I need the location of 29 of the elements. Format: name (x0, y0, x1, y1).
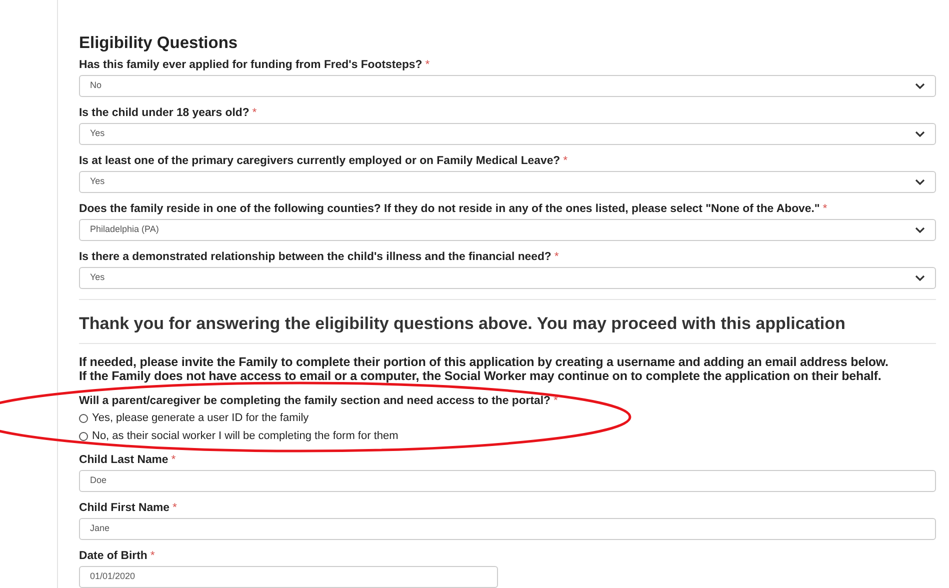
radio-label: Yes, please generate a user ID for the family (92, 411, 309, 425)
radio-button[interactable] (79, 414, 88, 422)
select-field[interactable]: Yes (79, 267, 936, 289)
select-field[interactable]: Philadelphia (PA) (79, 219, 936, 241)
input-field[interactable]: Jane (79, 518, 936, 540)
field-label: Date of Birth * (79, 550, 155, 563)
radio-button[interactable] (79, 432, 88, 440)
question-label: Has this family ever applied for funding from Fred's Footsteps? * (79, 59, 430, 72)
section-heading: Eligibility Questions (79, 33, 239, 53)
question-label: Will a parent/caregiver be completing the family section and need access to the portal? * (79, 395, 558, 408)
field-label: Child First Name * (79, 502, 177, 515)
input-field[interactable]: 01/01/2020 (79, 566, 498, 588)
instruction-text: If needed, please invite the Family to complete their portion of this application by creating a username and adding an email address below. If the Family does not have access to email or a computer, the Social Worker may continue on to complete the application on their behalf. (79, 355, 890, 383)
select-field[interactable]: Yes (79, 171, 936, 193)
field-label: Child Last Name * (79, 454, 176, 467)
radio-label: No, as their social worker I will be completing the form for them (92, 429, 398, 443)
chevron-down-icon (915, 275, 925, 281)
chevron-down-icon (915, 227, 925, 233)
chevron-down-icon (915, 179, 925, 185)
chevron-down-icon (915, 131, 925, 137)
select-field[interactable]: Yes (79, 123, 936, 145)
chevron-down-icon (915, 83, 925, 89)
question-label: Does the family reside in one of the following counties? If they do not reside in any of the ones listed, please select "None of the Above." * (79, 203, 828, 216)
section-heading: Thank you for answering the eligibility questions above. You may proceed with this application (79, 314, 846, 334)
question-label: Is at least one of the primary caregivers currently employed or on Family Medical Leave? * (79, 155, 568, 168)
select-field[interactable]: No (79, 75, 936, 97)
question-label: Is the child under 18 years old? * (79, 107, 257, 120)
input-field[interactable]: Doe (79, 470, 936, 492)
question-label: Is there a demonstrated relationship between the child's illness and the financial need? * (79, 251, 559, 264)
